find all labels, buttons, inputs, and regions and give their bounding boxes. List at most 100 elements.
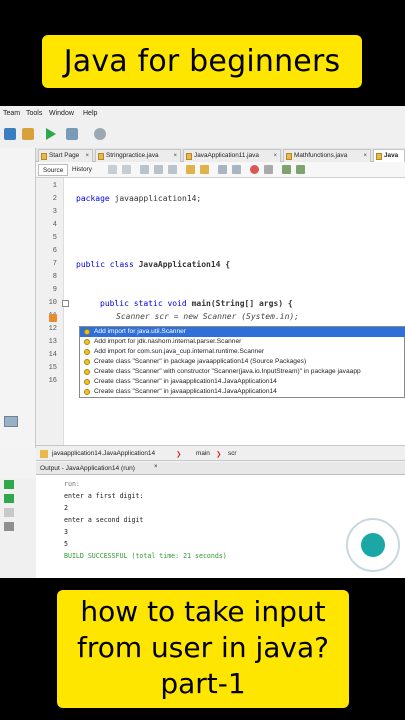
suggestion-item[interactable]: Add import for jdk.nashorn.internal.pars… [80,337,405,347]
output-tab[interactable]: Output - JavaApplication14 (run) × [36,462,405,475]
output-line: enter a first digit: [64,492,144,500]
file-icon [186,153,192,160]
suggestion-item[interactable]: Create class "Scanner" in javaapplicatio… [80,387,405,397]
rerun-icon[interactable] [4,480,14,489]
panel-icon[interactable] [4,416,18,427]
line-number: 6 [52,247,57,255]
breadcrumb-variable[interactable]: scr [228,450,237,457]
suggestion-item[interactable]: Create class "Scanner" with constructor … [80,367,405,377]
tab-label: Stringpractice.java [106,152,159,159]
caption-line: from user in java? [77,631,329,664]
back-icon[interactable] [108,165,117,174]
suggestion-label: Create class "Scanner" in javaapplicatio… [94,378,277,385]
line-number: 14 [48,351,57,359]
close-icon[interactable]: × [363,150,367,162]
menu-help[interactable]: Help [83,110,97,117]
output-side-toolbar [0,478,36,578]
code-line-scanner: Scanner scr = new Scanner (System.in); [116,312,300,321]
main-toolbar [0,122,405,150]
hint-bulb-icon [84,329,90,335]
keyword: void [167,299,187,308]
close-icon[interactable]: × [273,150,277,162]
suggestion-item[interactable]: Create class "Scanner" in package javaap… [80,357,405,367]
debug-icon[interactable] [66,128,78,140]
stop-icon[interactable] [4,508,14,517]
rerun-params-icon[interactable] [4,494,14,503]
output-title: Output - JavaApplication14 (run) [40,465,135,472]
keyword: public class [76,260,134,269]
profile-icon[interactable] [94,128,106,140]
code-line-main: public static void main(String[] args) { [100,299,293,308]
breadcrumb-separator-icon: ❯ [176,451,182,458]
breadcrumb-method[interactable]: main [196,450,210,457]
editor-subtoolbar: Source History [36,162,405,178]
tab-javaapplication11[interactable]: JavaApplication11.java × [183,149,281,162]
title-banner: Java for beginners [42,35,362,88]
forward-icon[interactable] [122,165,131,174]
line-number: 2 [52,195,57,203]
tab-label: Java [384,152,399,159]
menu-team[interactable]: Team [3,110,20,117]
code-line-class: public class JavaApplication14 { [76,260,230,269]
shift-right-icon[interactable] [232,165,241,174]
hint-bulb-icon [84,339,90,345]
autocomplete-popup: Add import for java.util.Scanner Add imp… [79,326,405,398]
menu-tools[interactable]: Tools [26,110,42,117]
code-text: main(String[] args) { [191,299,293,308]
find-next-icon[interactable] [168,165,177,174]
tool-icon[interactable] [4,128,16,140]
suggestion-item[interactable]: Create class "Scanner" in javaapplicatio… [80,377,405,387]
output-line: 2 [64,504,68,512]
close-icon[interactable]: × [173,150,177,162]
output-line: enter a second digit [64,516,144,524]
logo-emblem-icon [359,531,387,559]
output-line: 5 [64,540,68,548]
code-editor[interactable]: 1 2 3 4 5 6 7 8 9 10 11 12 13 14 15 16 p… [36,178,405,448]
line-number: 15 [48,364,57,372]
uncomment-icon[interactable] [296,165,305,174]
run-icon[interactable] [46,128,56,140]
file-icon [376,153,382,160]
macro-stop-icon[interactable] [264,165,273,174]
tab-label: Mathfunctions.java [294,152,348,159]
output-line: BUILD SUCCESSFUL (total time: 21 seconds… [64,552,227,560]
fold-toggle-icon[interactable] [62,300,69,307]
source-tab[interactable]: Source [38,164,69,176]
line-number: 4 [52,221,57,229]
tab-java-active[interactable]: Java [373,149,405,162]
breadcrumb-class[interactable]: javaapplication14.JavaApplication14 [52,450,155,457]
suggestion-label: Create class "Scanner" in package javaap… [94,358,307,365]
line-number: 1 [52,182,57,190]
settings-icon[interactable] [4,522,14,531]
line-number-gutter: 1 2 3 4 5 6 7 8 9 10 11 12 13 14 15 16 [36,178,69,448]
find-prev-icon[interactable] [154,165,163,174]
suggestion-item[interactable]: Add import for java.util.Scanner [80,327,405,337]
hint-bulb-icon [84,369,90,375]
history-tab[interactable]: History [68,164,96,176]
keyword: public [100,299,129,308]
line-number: 3 [52,208,57,216]
macro-record-icon[interactable] [250,165,259,174]
code-text: JavaApplication14 { [133,260,231,269]
suggestion-item[interactable]: Add import for com.sun.java_cup.internal… [80,347,405,357]
caption-line: part-1 [160,667,246,700]
line-number: 12 [48,325,57,333]
close-icon[interactable]: × [154,464,158,470]
tab-mathfunctions[interactable]: Mathfunctions.java × [283,149,371,162]
clean-build-icon[interactable] [22,128,34,140]
line-number: 5 [52,234,57,242]
bookmark-icon[interactable] [186,165,195,174]
tab-stringpractice[interactable]: Stringpractice.java × [95,149,181,162]
menu-window[interactable]: Window [49,110,74,117]
warning-icon[interactable] [49,314,57,322]
class-icon [40,450,48,458]
hint-bulb-icon [84,389,90,395]
search-icon[interactable] [140,165,149,174]
bookmark-next-icon[interactable] [200,165,209,174]
tab-start-page[interactable]: Start Page × [38,149,93,162]
line-number: 13 [48,338,57,346]
shift-left-icon[interactable] [218,165,227,174]
hint-bulb-icon [84,349,90,355]
comment-icon[interactable] [282,165,291,174]
close-icon[interactable]: × [85,150,89,162]
